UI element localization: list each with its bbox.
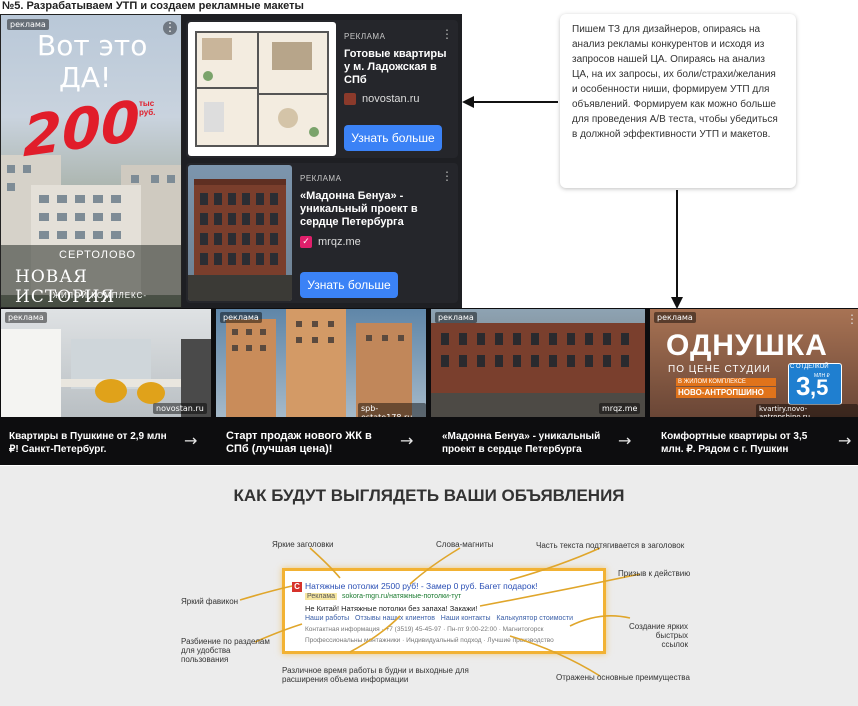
bottom-ad-3-image[interactable]: реклама mrqz.me (431, 309, 645, 417)
callout-headlines: Яркие заголовки (272, 540, 334, 549)
odnushka-line4: НОВО-АНТРОПШИНО (676, 387, 776, 398)
arrow-right-icon[interactable]: → (618, 431, 631, 450)
ad-domain-badge: kvartiry.novo-antropshino.ru (756, 404, 858, 417)
bottom-ad-2-image[interactable]: реклама spb-estate178.ru (216, 309, 426, 417)
street-graphic (431, 323, 645, 417)
callout-fast-links: Создание ярких быстрых ссылок (628, 622, 688, 649)
slide: { "header": {"title": "№5. Разрабатываем… (0, 0, 858, 706)
callout-advantages: Отражены основные преимущества (556, 673, 690, 682)
odnushka-line2: ПО ЦЕНЕ СТУДИИ (668, 364, 771, 375)
bottom-ad-4-image[interactable]: ОДНУШКА ПО ЦЕНЕ СТУДИИ В ЖИЛОМ КОМПЛЕКСЕ… (650, 309, 858, 417)
ad-domain-badge: spb-estate178.ru (358, 403, 426, 417)
odnushka-price: 3 (796, 371, 811, 401)
odnushka-finish: С ОТДЕЛКОЙ (790, 364, 829, 370)
kitchen-graphic (1, 329, 211, 417)
callout-part-text: Часть текста подтягивается в заголовок (536, 541, 685, 550)
more-options-icon[interactable]: ⋮ (846, 313, 858, 325)
ad-badge: реклама (220, 312, 262, 323)
bottom-ad-caption[interactable]: Старт продаж нового ЖК в СПб (лучшая цен… (226, 430, 386, 456)
callout-sections: Разбиение по разделам для удобства польз… (181, 637, 270, 664)
callout-cta: Призыв к действию (618, 569, 691, 578)
bottom-ad-caption[interactable]: Квартиры в Пушкине от 2,9 млн ₽! Санкт-П… (9, 430, 171, 456)
arrow-right-icon[interactable]: → (400, 431, 413, 450)
callout-magnets: Слова-магниты (436, 540, 494, 549)
odnushka-price-unit: МЛН ₽ (814, 373, 830, 379)
ad-domain-badge: mrqz.me (599, 403, 641, 414)
arrow-right-icon[interactable]: → (184, 431, 197, 450)
ad-badge: реклама (435, 312, 477, 323)
bottom-ad-caption[interactable]: «Мадонна Бенуа» - уникальный проект в се… (442, 430, 607, 456)
odnushka-title: ОДНУШКА (666, 329, 828, 362)
odnushka-line3: В ЖИЛОМ КОМПЛЕКСЕ (676, 378, 776, 386)
ad-badge: реклама (654, 312, 696, 323)
ad-domain-badge: novostan.ru (153, 403, 207, 414)
arrow-left-icon (462, 96, 474, 108)
ad-badge: реклама (5, 312, 47, 323)
bottom-ad-1-image[interactable]: реклама novostan.ru (1, 309, 211, 417)
callout-hours: Различное время работы в будни и выходны… (282, 666, 469, 684)
arrows-layer (462, 96, 683, 309)
callout-favicon: Яркий фавикон (181, 597, 239, 606)
arrow-right-icon[interactable]: → (838, 431, 851, 450)
towers-graphic (226, 309, 412, 417)
bottom-ad-caption[interactable]: Комфортные квартиры от 3,5 млн. ₽. Рядом… (661, 430, 826, 456)
